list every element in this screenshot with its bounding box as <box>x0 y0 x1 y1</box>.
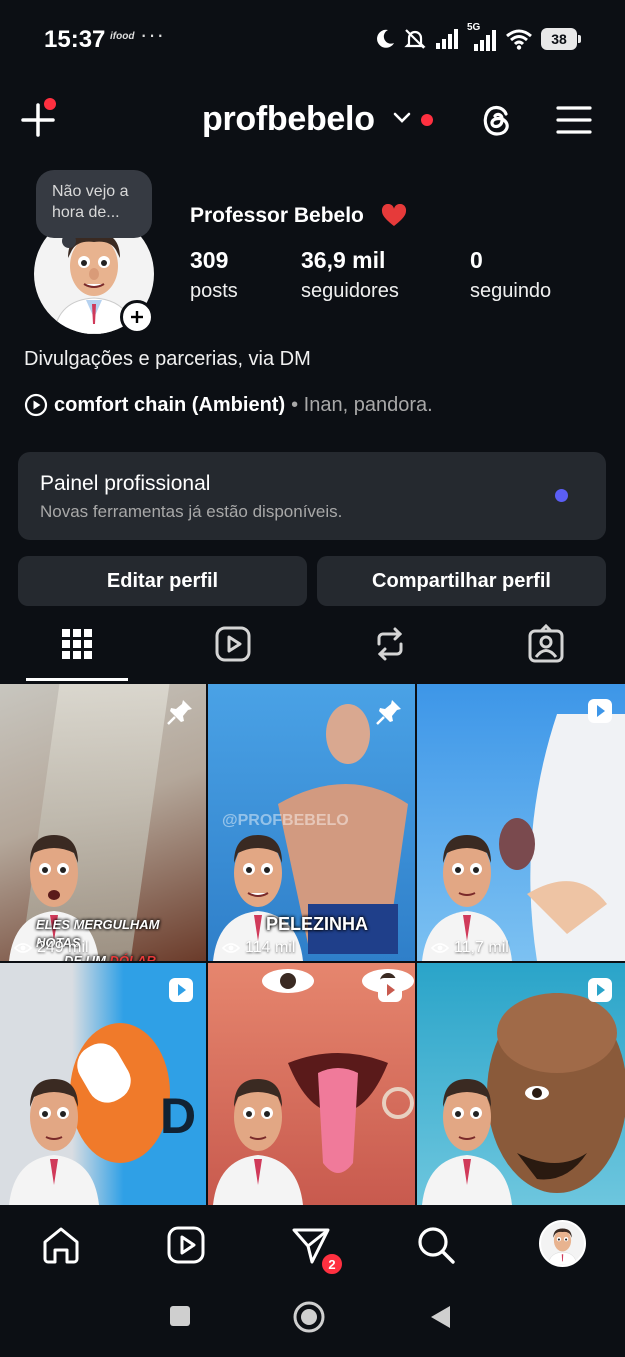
heart-icon <box>381 204 407 226</box>
system-navigation <box>0 1286 625 1357</box>
music-title: comfort chain (Ambient) <box>54 393 286 416</box>
status-icons: 5G 38 <box>375 22 581 54</box>
post-tile[interactable]: D <box>0 963 206 1205</box>
tagged-icon[interactable] <box>526 624 566 664</box>
plus-icon <box>131 311 143 323</box>
share-profile-button[interactable]: Compartilhar perfil <box>317 556 606 606</box>
post-views: 249 mil <box>14 939 89 957</box>
reel-icon <box>588 699 612 723</box>
pin-icon <box>376 700 401 725</box>
grid-icon[interactable] <box>57 624 97 664</box>
posts-grid: ELES MERGULHAM NOTAS DE UM DÓLAR 249 mil… <box>0 684 625 1205</box>
new-indicator-dot <box>555 489 568 502</box>
svg-text:D: D <box>160 1088 196 1144</box>
eye-icon <box>431 943 449 953</box>
recent-apps-icon[interactable] <box>168 1304 192 1328</box>
notification-ifood-icon: ifood <box>110 31 135 42</box>
music-artists: • Inan, pandora. <box>291 393 433 416</box>
active-tab-indicator <box>26 678 128 681</box>
back-icon[interactable] <box>428 1304 452 1330</box>
post-tile[interactable]: 11,7 mil <box>417 684 625 961</box>
add-story-button[interactable] <box>120 300 154 334</box>
post-tile[interactable] <box>417 963 625 1205</box>
home-button-icon[interactable] <box>292 1300 326 1334</box>
post-tile[interactable]: @PROFBEBELO PELEZINHA 114 mil <box>208 684 415 961</box>
profile-music[interactable]: comfort chain (Ambient) • Inan, pandora. <box>24 393 433 417</box>
stat-posts[interactable]: 309 posts <box>190 247 238 303</box>
moon-icon <box>377 29 394 48</box>
reels-icon[interactable] <box>165 1224 207 1266</box>
eye-icon <box>14 943 32 953</box>
chevron-down-icon[interactable] <box>392 111 412 125</box>
stat-following[interactable]: 0 seguindo <box>470 247 551 303</box>
signal-icon <box>436 29 458 49</box>
direct-badge: 2 <box>320 1252 344 1276</box>
signal-5g-icon: 5G <box>467 22 497 52</box>
profile-header: profbebelo <box>0 92 625 148</box>
pin-icon <box>167 700 192 725</box>
eye-icon <box>222 943 240 953</box>
post-caption: PELEZINHA <box>266 914 369 934</box>
post-tile[interactable] <box>208 963 415 1205</box>
battery-indicator: 38 <box>541 28 581 50</box>
account-username[interactable]: profbebelo <box>202 100 375 139</box>
more-notifications-icon: ··· <box>140 22 165 47</box>
status-time: 15:37 <box>44 26 106 53</box>
dashboard-subtitle: Novas ferramentas já estão disponíveis. <box>40 502 343 521</box>
play-circle-icon <box>24 393 48 417</box>
bottom-navigation <box>0 1206 625 1286</box>
profile-avatar[interactable] <box>539 1220 586 1267</box>
cartoon-doctor-image <box>213 1079 303 1205</box>
edit-profile-button[interactable]: Editar perfil <box>18 556 307 606</box>
account-notification-dot <box>421 114 433 126</box>
cartoon-doctor-image <box>422 1079 512 1205</box>
profile-bio: Divulgações e parcerias, via DM <box>24 348 311 370</box>
reel-icon <box>588 978 612 1002</box>
stat-followers[interactable]: 36,9 mil seguidores <box>301 247 399 303</box>
threads-icon[interactable] <box>479 102 515 138</box>
dashboard-title: Painel profissional <box>40 472 211 495</box>
search-icon[interactable] <box>415 1224 457 1266</box>
home-icon[interactable] <box>40 1224 82 1266</box>
muted-bell-icon <box>404 29 426 49</box>
status-bar: 15:37 ifood ··· 5G 38 <box>0 0 625 80</box>
profile-note[interactable]: Não vejo a hora de... <box>36 170 152 248</box>
reposts-icon[interactable] <box>370 624 410 664</box>
cartoon-doctor-image <box>9 1079 99 1205</box>
reel-icon <box>378 978 402 1002</box>
post-views: 11,7 mil <box>431 939 509 957</box>
post-tile[interactable]: ELES MERGULHAM NOTAS DE UM DÓLAR 249 mil <box>0 684 206 961</box>
professional-dashboard-card[interactable]: Painel profissional Novas ferramentas já… <box>18 452 606 540</box>
wifi-icon <box>506 29 532 50</box>
post-views: 114 mil <box>222 939 295 957</box>
menu-icon[interactable] <box>556 104 592 136</box>
new-content-dot <box>44 98 56 110</box>
reel-icon <box>169 978 193 1002</box>
profile-full-name: Professor Bebelo <box>190 204 364 227</box>
profile-tabs <box>0 616 625 682</box>
reels-icon[interactable] <box>213 624 253 664</box>
